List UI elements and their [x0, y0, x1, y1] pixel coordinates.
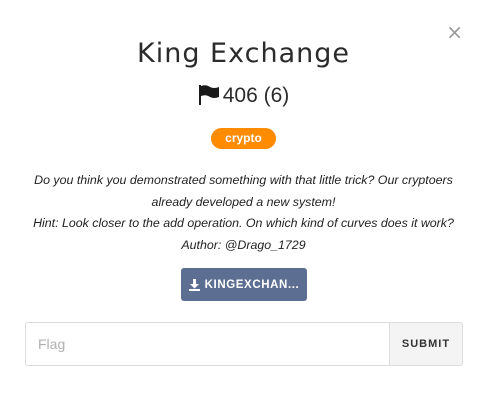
category-badge-wrap: crypto [0, 128, 487, 149]
flag-input[interactable] [26, 323, 389, 365]
submit-button[interactable]: SUBMIT [389, 323, 462, 365]
category-badge: crypto [211, 128, 276, 149]
download-file-button[interactable]: KINGEXCHAN... [181, 268, 307, 301]
download-wrap: KINGEXCHAN... [181, 268, 307, 301]
score-value: 406 (6) [222, 84, 290, 107]
description-line: Do you think you demonstrated something … [34, 173, 453, 187]
description-line: Author: @Drago_1729 [181, 237, 306, 252]
challenge-description: Do you think you demonstrated something … [10, 170, 477, 256]
challenge-score: 406 (6) [0, 84, 487, 111]
download-label: KINGEXCHAN... [204, 278, 300, 291]
flag-icon [198, 85, 220, 111]
download-icon [188, 278, 200, 291]
challenge-modal: × King Exchange 406 (6) crypto Do you th… [0, 0, 487, 408]
description-line: already developed a new system! [151, 194, 336, 209]
description-line: Hint: Look closer to the add operation. … [33, 216, 454, 230]
flag-submit-form: SUBMIT [25, 322, 463, 366]
challenge-title: King Exchange [137, 38, 350, 69]
